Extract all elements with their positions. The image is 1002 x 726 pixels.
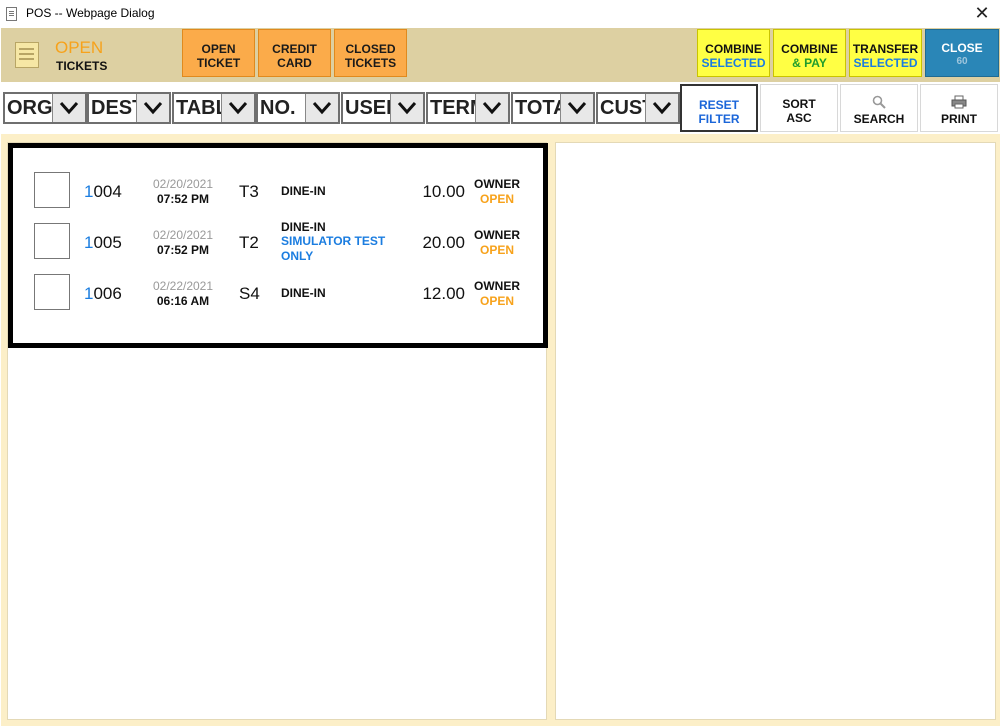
- sort-button[interactable]: SORT ASC: [760, 84, 838, 132]
- combine-selected-label-2: SELECTED: [701, 56, 766, 70]
- filter-no-select[interactable]: NO.: [256, 92, 340, 124]
- ticket-status: OPEN: [479, 294, 514, 308]
- filter-dest-select[interactable]: DEST: [87, 92, 171, 124]
- ticket-detail-panel: [555, 142, 996, 720]
- credit-card-label-1: CREDIT: [272, 42, 317, 56]
- filter-user-select[interactable]: USER: [341, 92, 425, 124]
- ticket-order-type: DINE-IN: [281, 286, 326, 300]
- close-button[interactable]: CLOSE 60: [925, 29, 999, 77]
- window-close-button[interactable]: ✕: [970, 2, 994, 26]
- chevron-down-icon[interactable]: [645, 94, 678, 122]
- transfer-selected-label-1: TRANSFER: [852, 42, 919, 56]
- ticket-number: 1005: [84, 233, 122, 253]
- page-subtitle: TICKETS: [56, 59, 108, 73]
- ticket-owner: OWNER: [474, 279, 520, 293]
- ticket-checkbox[interactable]: [34, 274, 70, 310]
- ticket-checkbox[interactable]: [34, 223, 70, 259]
- transfer-selected-label-2: SELECTED: [853, 56, 918, 70]
- ticket-date: 02/22/2021: [152, 279, 214, 293]
- ticket-row[interactable]: 1005 02/20/2021 07:52 PM T2 DINE-IN SIMU…: [13, 209, 543, 263]
- combine-pay-label-1: COMBINE: [781, 42, 838, 56]
- search-icon: [872, 95, 886, 109]
- ticket-order-type: DINE-IN: [281, 220, 326, 234]
- ticket-checkbox[interactable]: [34, 172, 70, 208]
- ticket-table: S4: [239, 284, 260, 303]
- ticket-status: OPEN: [479, 192, 514, 206]
- window-title: POS -- Webpage Dialog: [26, 6, 155, 20]
- sort-label: SORT: [782, 97, 816, 111]
- ticket-owner: OWNER: [474, 177, 520, 191]
- filter-bar: ORG DEST TABLE NO. USER TERM TOTAL CUST …: [1, 82, 1000, 134]
- print-button[interactable]: PRINT: [920, 84, 998, 132]
- chevron-down-icon[interactable]: [136, 94, 169, 122]
- ticket-status: OPEN: [479, 243, 514, 257]
- reset-label-1: RESET: [698, 98, 739, 112]
- filter-term-select[interactable]: TERM: [426, 92, 510, 124]
- ticket-table: T3: [239, 182, 259, 201]
- chevron-down-icon[interactable]: [390, 94, 423, 122]
- ticket-order-type: DINE-IN: [281, 184, 326, 198]
- sort-direction: ASC: [786, 111, 812, 125]
- close-countdown: 60: [956, 56, 968, 67]
- closed-tickets-button[interactable]: CLOSED TICKETS: [334, 29, 407, 77]
- ticket-owner: OWNER: [474, 228, 520, 242]
- ticket-table: T2: [239, 233, 259, 252]
- ticket-date: 02/20/2021: [152, 177, 214, 191]
- ticket-date: 02/20/2021: [152, 228, 214, 242]
- header-bar: OPEN TICKETS OPEN TICKET CREDIT CARD CLO…: [1, 28, 1000, 82]
- ticket-row[interactable]: 1006 02/22/2021 06:16 AM S4 DINE-IN 12.0…: [13, 260, 543, 310]
- ticket-amount: 12.00: [422, 284, 465, 303]
- ticket-number-suffix: 005: [93, 233, 122, 252]
- closed-tickets-label-1: CLOSED: [345, 42, 396, 56]
- combine-selected-button[interactable]: COMBINE SELECTED: [697, 29, 770, 77]
- filter-cust-select[interactable]: CUST: [596, 92, 680, 124]
- reset-filter-button[interactable]: RESET FILTER: [680, 84, 758, 132]
- page-icon: [6, 7, 17, 21]
- window-titlebar: POS -- Webpage Dialog ✕: [0, 0, 1002, 28]
- ticket-time: 07:52 PM: [156, 192, 210, 206]
- search-button[interactable]: SEARCH: [840, 84, 918, 132]
- ticket-time: 06:16 AM: [156, 294, 210, 308]
- ticket-amount: 20.00: [422, 233, 465, 252]
- ticket-amount: 10.00: [422, 182, 465, 201]
- chevron-down-icon[interactable]: [305, 94, 338, 122]
- open-ticket-label-2: TICKET: [196, 56, 241, 70]
- reset-label-2: FILTER: [698, 112, 740, 126]
- open-ticket-label-1: OPEN: [201, 42, 236, 56]
- ticket-list-box: 1004 02/20/2021 07:52 PM T3 DINE-IN 10.0…: [8, 143, 548, 348]
- filter-org-select[interactable]: ORG: [3, 92, 87, 124]
- print-label: PRINT: [941, 112, 977, 126]
- closed-tickets-label-2: TICKETS: [344, 56, 397, 70]
- combine-pay-label-2: & PAY: [792, 56, 827, 70]
- credit-card-label-2: CARD: [277, 56, 312, 70]
- filter-table-select[interactable]: TABLE: [172, 92, 256, 124]
- ticket-time: 07:52 PM: [156, 243, 210, 257]
- ticket-number-suffix: 004: [93, 182, 122, 201]
- filter-total-select[interactable]: TOTAL: [511, 92, 595, 124]
- printer-icon: [951, 95, 967, 109]
- ticket-number: 1006: [84, 284, 122, 304]
- ticket-row[interactable]: 1004 02/20/2021 07:52 PM T3 DINE-IN 10.0…: [13, 158, 543, 208]
- ticket-number: 1004: [84, 182, 122, 202]
- notes-icon: [15, 42, 39, 68]
- chevron-down-icon[interactable]: [560, 94, 593, 122]
- combine-selected-label-1: COMBINE: [705, 42, 762, 56]
- content-area: 1004 02/20/2021 07:52 PM T3 DINE-IN 10.0…: [1, 134, 1000, 726]
- close-label: CLOSE: [941, 41, 983, 55]
- ticket-number-suffix: 006: [93, 284, 122, 303]
- chevron-down-icon[interactable]: [52, 94, 85, 122]
- chevron-down-icon[interactable]: [475, 94, 508, 122]
- combine-pay-button[interactable]: COMBINE & PAY: [773, 29, 846, 77]
- chevron-down-icon[interactable]: [221, 94, 254, 122]
- transfer-selected-button[interactable]: TRANSFER SELECTED: [849, 29, 922, 77]
- ticket-list-panel: 1004 02/20/2021 07:52 PM T3 DINE-IN 10.0…: [7, 142, 548, 720]
- filter-org-label: ORG: [7, 97, 53, 119]
- search-label: SEARCH: [853, 112, 905, 126]
- filter-no-label: NO.: [260, 97, 296, 119]
- open-ticket-button[interactable]: OPEN TICKET: [182, 29, 255, 77]
- credit-card-button[interactable]: CREDIT CARD: [258, 29, 331, 77]
- page-title: OPEN: [55, 38, 104, 57]
